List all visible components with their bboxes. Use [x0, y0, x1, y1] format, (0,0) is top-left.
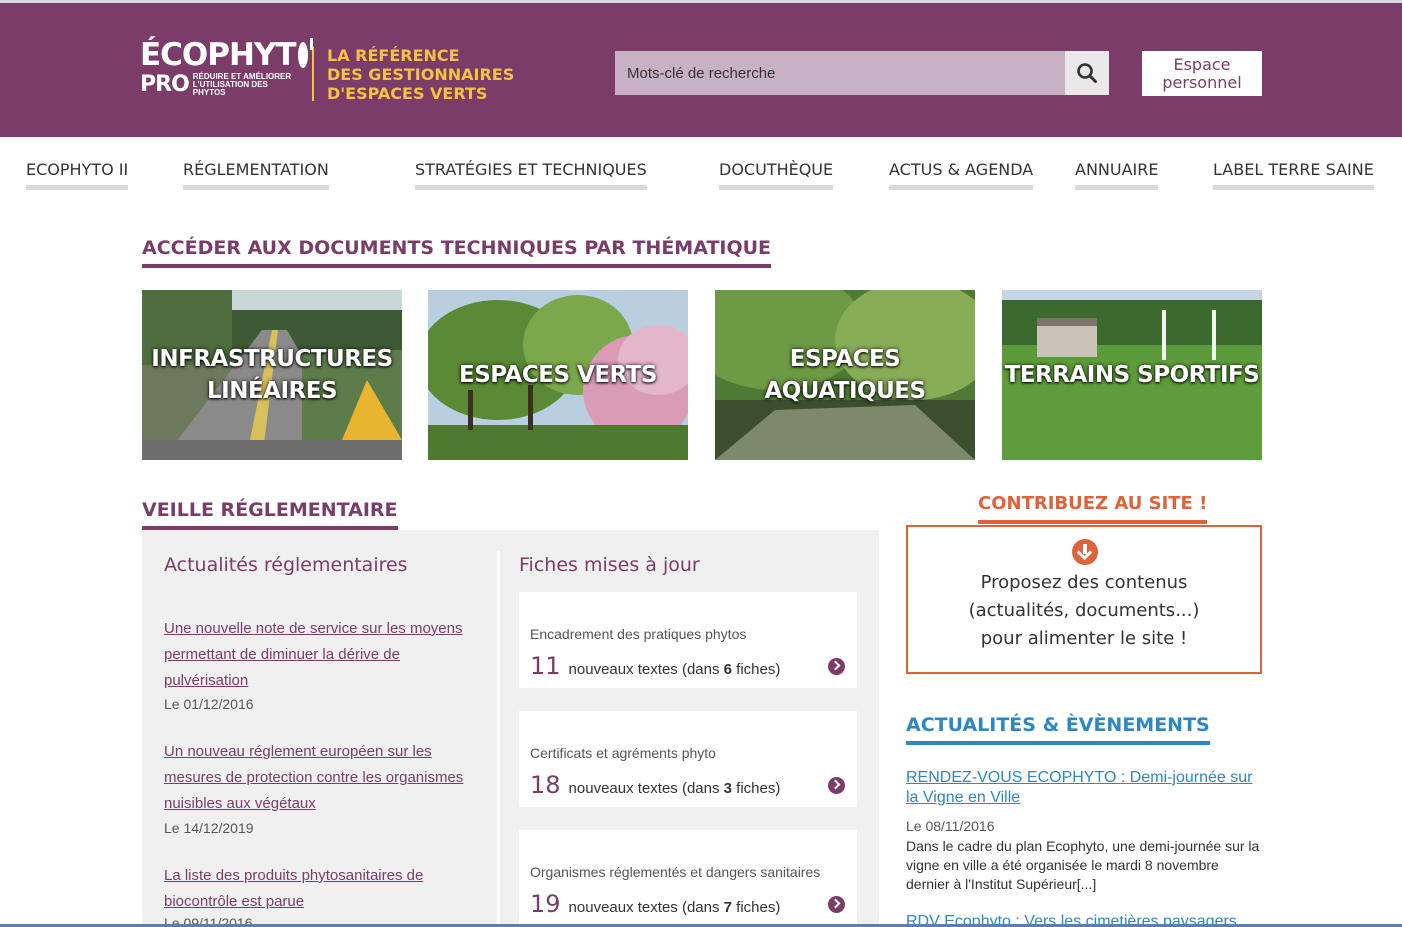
chevron-right-icon[interactable]	[828, 896, 845, 913]
news-date-1: Le 01/12/2016	[164, 696, 254, 712]
fiche-count: 11	[530, 652, 561, 680]
theme-infrastructures[interactable]: INFRASTRUCTURES LINÉAIRES	[142, 290, 402, 460]
site-tagline: LA RÉFÉRENCE DES GESTIONNAIRES D'ESPACES…	[327, 46, 515, 103]
arrow-down-circle-icon	[1072, 539, 1098, 565]
actu-link-1[interactable]: RENDEZ-VOUS ECOPHYTO : Demi-journée sur …	[906, 768, 1266, 808]
actualites-title: ACTUALITÉS & ÈVÈNEMENTS	[906, 714, 1210, 745]
fiche-card-3[interactable]: Organismes réglementés et dangers sanita…	[519, 830, 857, 927]
contribuez-box[interactable]: Proposez des contenus (actualités, docum…	[906, 525, 1262, 674]
news-link-2[interactable]: Un nouveau réglement européen sur les me…	[164, 739, 484, 817]
fiche-card-title: Certificats et agréments phyto	[530, 745, 716, 761]
search-input[interactable]: Mots-clé de recherche	[615, 51, 1065, 95]
fiche-card-title: Encadrement des pratiques phytos	[530, 626, 747, 642]
logo-pro-text: PRO	[140, 72, 190, 97]
actu-desc-1: Dans le cadre du plan Ecophyto, une demi…	[906, 838, 1260, 892]
fiche-card-2[interactable]: Certificats et agréments phyto 18 nouvea…	[519, 711, 857, 807]
ecophyto-pro-logo[interactable]: ÉCOPHYT PRO Réduire et améliorer l'utili…	[140, 37, 314, 105]
veille-divider	[497, 551, 500, 927]
nav-item-strategies[interactable]: STRATÉGIES ET TECHNIQUES	[415, 160, 647, 190]
logo-power-icon	[297, 38, 314, 68]
theme-espaces-aquatiques[interactable]: ESPACES AQUATIQUES	[715, 290, 975, 460]
nav-item-reglementation[interactable]: RÉGLEMENTATION	[183, 160, 329, 190]
fiche-count: 19	[530, 890, 561, 918]
nav-item-actus-agenda[interactable]: ACTUS & AGENDA	[889, 160, 1034, 190]
theme-terrains-sportifs[interactable]: TERRAINS SPORTIFS	[1002, 290, 1262, 460]
theme-infrastructures-label: INFRASTRUCTURES LINÉAIRES	[151, 346, 393, 404]
search-icon	[1077, 63, 1097, 83]
chevron-right-icon[interactable]	[828, 658, 845, 675]
site-header: ÉCOPHYT PRO Réduire et améliorer l'utili…	[0, 0, 1402, 137]
tagline-divider	[312, 47, 314, 101]
theme-espaces-aquatiques-label: ESPACES AQUATIQUES	[764, 346, 926, 404]
themes-section-title: ACCÉDER AUX DOCUMENTS TECHNIQUES PAR THÉ…	[142, 237, 772, 268]
theme-espaces-verts-label: ESPACES VERTS	[459, 362, 657, 388]
contribuez-title: CONTRIBUEZ AU SITE !	[978, 493, 1208, 524]
nav-item-annuaire[interactable]: ANNUAIRE	[1075, 160, 1159, 190]
fiches-title: Fiches mises à jour	[519, 554, 700, 576]
nav-item-label-terre-saine[interactable]: LABEL TERRE SAINE	[1213, 160, 1374, 190]
news-link-3[interactable]: La liste des produits phytosanitaires de…	[164, 863, 484, 915]
fiche-count: 18	[530, 771, 561, 799]
fiche-card-1[interactable]: Encadrement des pratiques phytos 11 nouv…	[519, 592, 857, 688]
espace-personnel-button[interactable]: Espace personnel	[1142, 51, 1262, 96]
logo-main-text: ÉCOPHYT	[140, 37, 297, 73]
contribuez-text: Proposez des contenus (actualités, docum…	[968, 572, 1200, 649]
actu-date-1: Le 08/11/2016	[906, 818, 995, 834]
news-date-2: Le 14/12/2019	[164, 820, 254, 836]
search-button[interactable]	[1065, 51, 1109, 95]
news-link-1[interactable]: Une nouvelle note de service sur les moy…	[164, 616, 484, 694]
actus-reglementaires-title: Actualités réglementaires	[164, 554, 408, 576]
theme-terrains-sportifs-label: TERRAINS SPORTIFS	[1004, 362, 1260, 388]
nav-item-ecophyto-ii[interactable]: ECOPHYTO II	[26, 160, 129, 190]
theme-espaces-verts[interactable]: ESPACES VERTS	[428, 290, 688, 460]
fiche-card-title: Organismes réglementés et dangers sanita…	[530, 864, 821, 880]
veille-section-title: VEILLE RÉGLEMENTAIRE	[142, 499, 398, 530]
logo-tagline: Réduire et améliorer l'utilisation des p…	[192, 72, 292, 97]
chevron-right-icon[interactable]	[828, 777, 845, 794]
nav-item-docutheque[interactable]: DOCUTHÈQUE	[719, 160, 834, 190]
